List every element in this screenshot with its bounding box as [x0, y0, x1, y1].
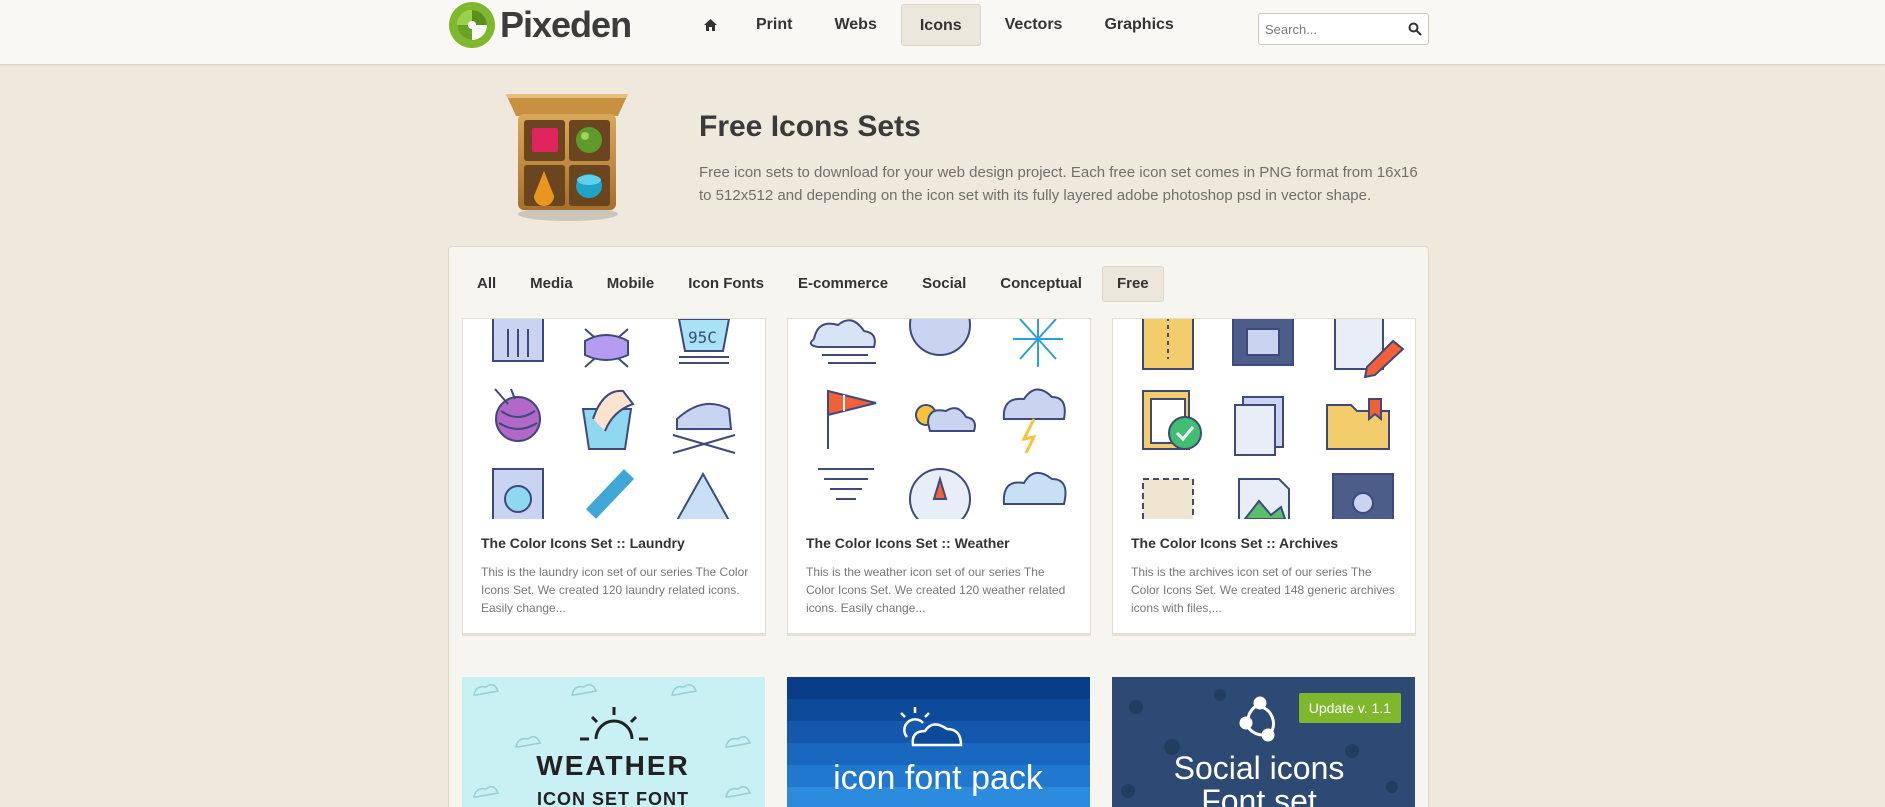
- card-title[interactable]: The Color Icons Set :: Archives: [1131, 535, 1338, 551]
- filter-all[interactable]: All: [463, 266, 510, 302]
- card-description: This is the weather icon set of our seri…: [806, 565, 1066, 615]
- category-filters: All Media Mobile Icon Fonts E-commerce S…: [463, 266, 1170, 302]
- svg-text:WEATHER: WEATHER: [536, 750, 689, 781]
- archives-preview-image[interactable]: [1113, 319, 1415, 519]
- top-navigation-bar: Pixeden Print Webs Icons Vectors Graphic…: [0, 0, 1885, 65]
- svg-text:icon font pack: icon font pack: [833, 759, 1044, 797]
- filter-e-commerce[interactable]: E-commerce: [784, 266, 902, 302]
- nav-icons[interactable]: Icons: [900, 4, 981, 46]
- card-description: This is the archives icon set of our ser…: [1131, 565, 1395, 615]
- page-description: Free icon sets to download for your web …: [699, 164, 1418, 204]
- icon-sets-panel: All Media Mobile Icon Fonts E-commerce S…: [448, 246, 1429, 807]
- nav-print[interactable]: Print: [738, 4, 810, 46]
- filter-free[interactable]: Free: [1101, 266, 1164, 302]
- promo-icon-font-pack[interactable]: icon font pack: [787, 677, 1090, 807]
- update-version-badge: Update v. 1.1: [1298, 693, 1401, 723]
- svg-text:Font set: Font set: [1201, 783, 1317, 807]
- svg-text:95C: 95C: [688, 328, 717, 347]
- filter-social[interactable]: Social: [908, 266, 980, 302]
- home-icon: [703, 19, 717, 31]
- search-box: [1258, 13, 1429, 45]
- filter-icon-fonts[interactable]: Icon Fonts: [674, 266, 778, 302]
- filter-media[interactable]: Media: [516, 266, 587, 302]
- icon-set-card[interactable]: The Color Icons Set :: Weather This is t…: [787, 318, 1091, 634]
- weather-icons-preview-icon: [809, 319, 1067, 519]
- card-title[interactable]: The Color Icons Set :: Weather: [806, 535, 1010, 551]
- filter-conceptual[interactable]: Conceptual: [986, 266, 1096, 302]
- search-icon[interactable]: [1408, 22, 1422, 36]
- svg-text:ICON SET FONT: ICON SET FONT: [537, 789, 689, 807]
- brand-logo[interactable]: Pixeden: [448, 0, 632, 50]
- svg-text:Social icons: Social icons: [1174, 750, 1345, 786]
- icon-set-card[interactable]: The Color Icons Set :: Archives This is …: [1112, 318, 1416, 634]
- card-description: This is the laundry icon set of our seri…: [481, 565, 749, 615]
- page-title: Free Icons Sets: [699, 110, 921, 143]
- promo-social-icons-font[interactable]: Social icons Font set Update v. 1.1: [1112, 677, 1415, 807]
- icon-box-illustration-icon: [506, 94, 628, 221]
- card-title[interactable]: The Color Icons Set :: Laundry: [481, 535, 685, 551]
- icon-font-pack-preview-icon: icon font pack: [787, 677, 1090, 807]
- promo-weather-font[interactable]: WEATHER ICON SET FONT: [462, 677, 765, 807]
- nav-graphics[interactable]: Graphics: [1086, 4, 1191, 46]
- nav-home[interactable]: [688, 4, 732, 46]
- filter-mobile[interactable]: Mobile: [593, 266, 669, 302]
- search-input[interactable]: [1259, 14, 1399, 44]
- nav-vectors[interactable]: Vectors: [987, 4, 1081, 46]
- pixeden-logo-icon: [449, 2, 495, 48]
- icon-set-card[interactable]: 95C The Color Icons Set:: Laundry This …: [462, 318, 766, 634]
- nav-webs[interactable]: Webs: [816, 4, 894, 46]
- laundry-preview-image[interactable]: 95C: [463, 319, 765, 519]
- weather-preview-image[interactable]: [788, 319, 1090, 519]
- brand-name: Pixeden: [500, 4, 632, 45]
- weather-font-preview-icon: WEATHER ICON SET FONT: [473, 684, 752, 807]
- main-nav: Print Webs Icons Vectors Graphics: [688, 4, 1198, 46]
- archives-icons-preview-icon: [1142, 319, 1405, 519]
- laundry-icons-preview-icon: 95C: [492, 319, 736, 519]
